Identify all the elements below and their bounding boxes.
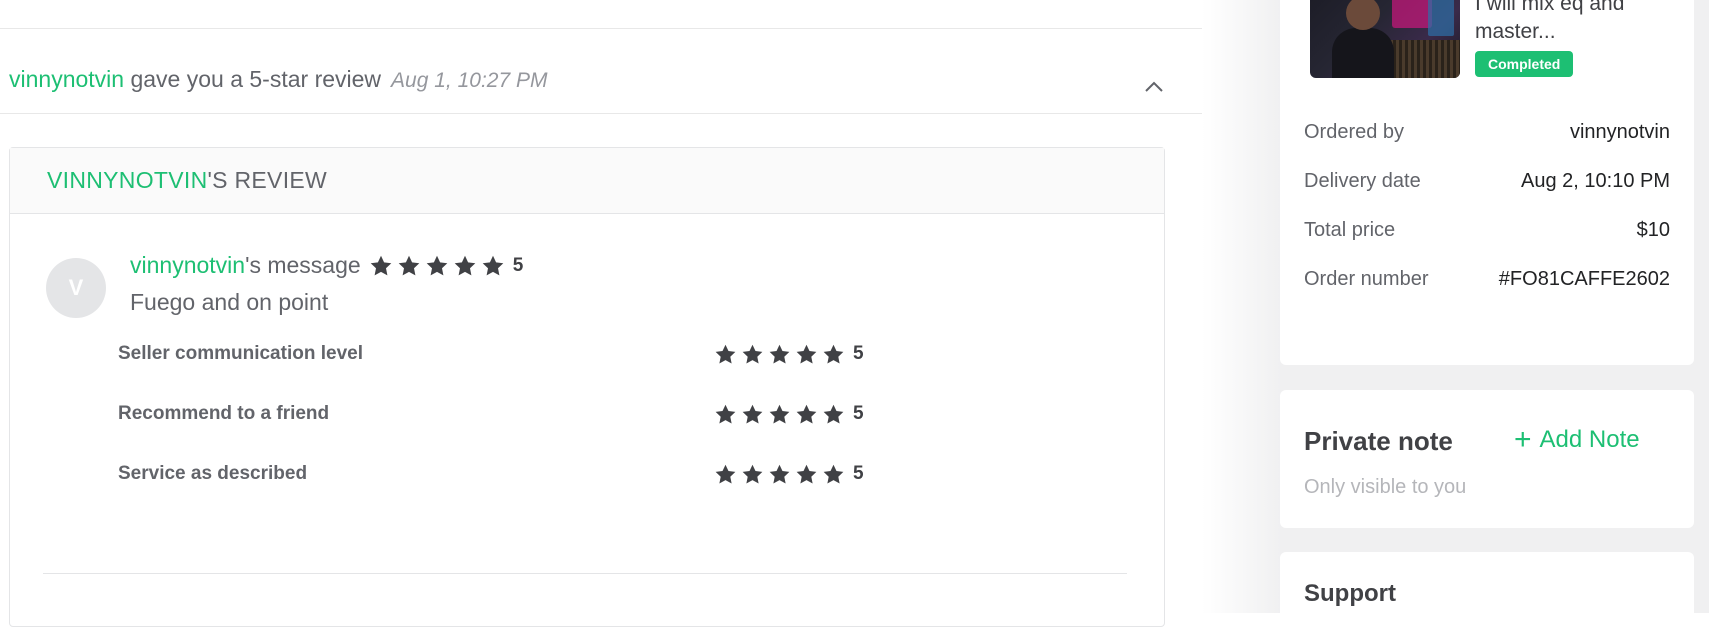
star-icon: [822, 403, 845, 426]
star-icon: [795, 463, 818, 486]
overall-rating-value: 5: [512, 254, 524, 276]
order-detail-key: Total price: [1304, 219, 1396, 241]
rating-row: Service as described 5: [118, 459, 898, 489]
star-icon: [741, 403, 764, 426]
order-detail-value: vinnynotvin: [1569, 121, 1670, 143]
star-icon: [768, 403, 791, 426]
private-note-subtitle: Only visible to you: [1304, 476, 1467, 498]
support-card: Support: [1280, 552, 1694, 632]
thumbnail-mixing-desk: [1390, 40, 1460, 78]
order-summary-card: I will mix eq and master... Completed Or…: [1280, 0, 1694, 365]
review-header-suffix: 'S REVIEW: [207, 167, 328, 193]
rating-value: 5: [853, 343, 864, 364]
gig-title-link[interactable]: I will mix eq and master...: [1475, 0, 1675, 46]
activity-timestamp: Aug 1, 10:27 PM: [391, 69, 548, 92]
rating-label: Recommend to a friend: [118, 403, 330, 424]
order-detail-key: Order number: [1304, 268, 1429, 290]
private-note-title: Private note: [1304, 426, 1453, 456]
star-icon: [714, 343, 737, 366]
order-detail-key: Delivery date: [1304, 170, 1421, 192]
rating-value: 5: [853, 463, 864, 484]
rating-value: 5: [853, 403, 864, 424]
activity-text: gave you a 5-star review: [124, 66, 382, 92]
order-detail-row: Order number #FO81CAFFE2602: [1304, 268, 1670, 291]
star-icon: [822, 463, 845, 486]
rating-stars: 5: [714, 343, 864, 366]
rating-row: Seller communication level 5: [118, 339, 898, 369]
order-activity-panel: vinnynotvin gave you a 5-star review Aug …: [0, 0, 1202, 627]
gig-thumbnail[interactable]: [1310, 0, 1460, 78]
order-detail-value: Aug 2, 10:10 PM: [1521, 170, 1670, 192]
thumbnail-screen: [1428, 0, 1454, 36]
review-message-heading: vinnynotvin's message 5: [130, 252, 523, 279]
review-message-text: Fuego and on point: [130, 289, 329, 315]
rating-row: Recommend to a friend 5: [118, 399, 898, 429]
order-detail-key: Ordered by: [1304, 121, 1405, 143]
order-detail-row: Total price $10: [1304, 219, 1670, 242]
rating-label: Service as described: [118, 463, 308, 484]
review-activity-line: vinnynotvin gave you a 5-star review Aug …: [9, 66, 547, 93]
star-icon: [481, 254, 505, 278]
divider: [0, 113, 1202, 114]
divider: [0, 28, 1202, 29]
thumbnail-screen: [1392, 0, 1432, 28]
private-note-card: Private note + Add Note Only visible to …: [1280, 390, 1694, 528]
review-header-username: VINNYNOTVIN: [47, 167, 208, 193]
review-card-header: VINNYNOTVIN 'S REVIEW: [10, 148, 1164, 214]
order-detail-value: $10: [1636, 219, 1670, 241]
plus-icon: +: [1514, 423, 1532, 456]
star-icon: [425, 254, 449, 278]
star-icon: [453, 254, 477, 278]
review-card: VINNYNOTVIN 'S REVIEW V vinnynotvin's mes…: [9, 147, 1165, 627]
star-icon: [741, 463, 764, 486]
message-suffix: 's message: [245, 252, 361, 278]
star-icon: [741, 343, 764, 366]
thumbnail-person-head: [1346, 0, 1380, 30]
star-icon: [397, 254, 421, 278]
reviewer-username-link[interactable]: vinnynotvin: [9, 66, 124, 92]
status-badge: Completed: [1475, 51, 1574, 77]
star-icon: [822, 343, 845, 366]
order-detail-value: #FO81CAFFE2602: [1498, 268, 1670, 290]
add-note-label: Add Note: [1539, 426, 1640, 453]
add-note-button[interactable]: + Add Note: [1514, 423, 1640, 456]
chevron-up-icon[interactable]: [1144, 80, 1164, 92]
star-icon: [369, 254, 393, 278]
star-icon: [714, 463, 737, 486]
support-title: Support: [1304, 580, 1396, 607]
star-icon: [795, 403, 818, 426]
rating-label: Seller communication level: [118, 343, 363, 364]
star-icon: [768, 343, 791, 366]
order-detail-row: Ordered by vinnynotvin: [1304, 121, 1670, 144]
overall-star-rating: 5: [369, 254, 524, 278]
avatar[interactable]: V: [46, 258, 106, 318]
star-icon: [768, 463, 791, 486]
message-username-link[interactable]: vinnynotvin: [130, 252, 245, 279]
divider: [43, 573, 1127, 574]
order-detail-row: Delivery date Aug 2, 10:10 PM: [1304, 170, 1670, 193]
rating-stars: 5: [714, 463, 864, 486]
thumbnail-person: [1332, 28, 1394, 78]
star-icon: [795, 343, 818, 366]
rating-stars: 5: [714, 403, 864, 426]
star-icon: [714, 403, 737, 426]
